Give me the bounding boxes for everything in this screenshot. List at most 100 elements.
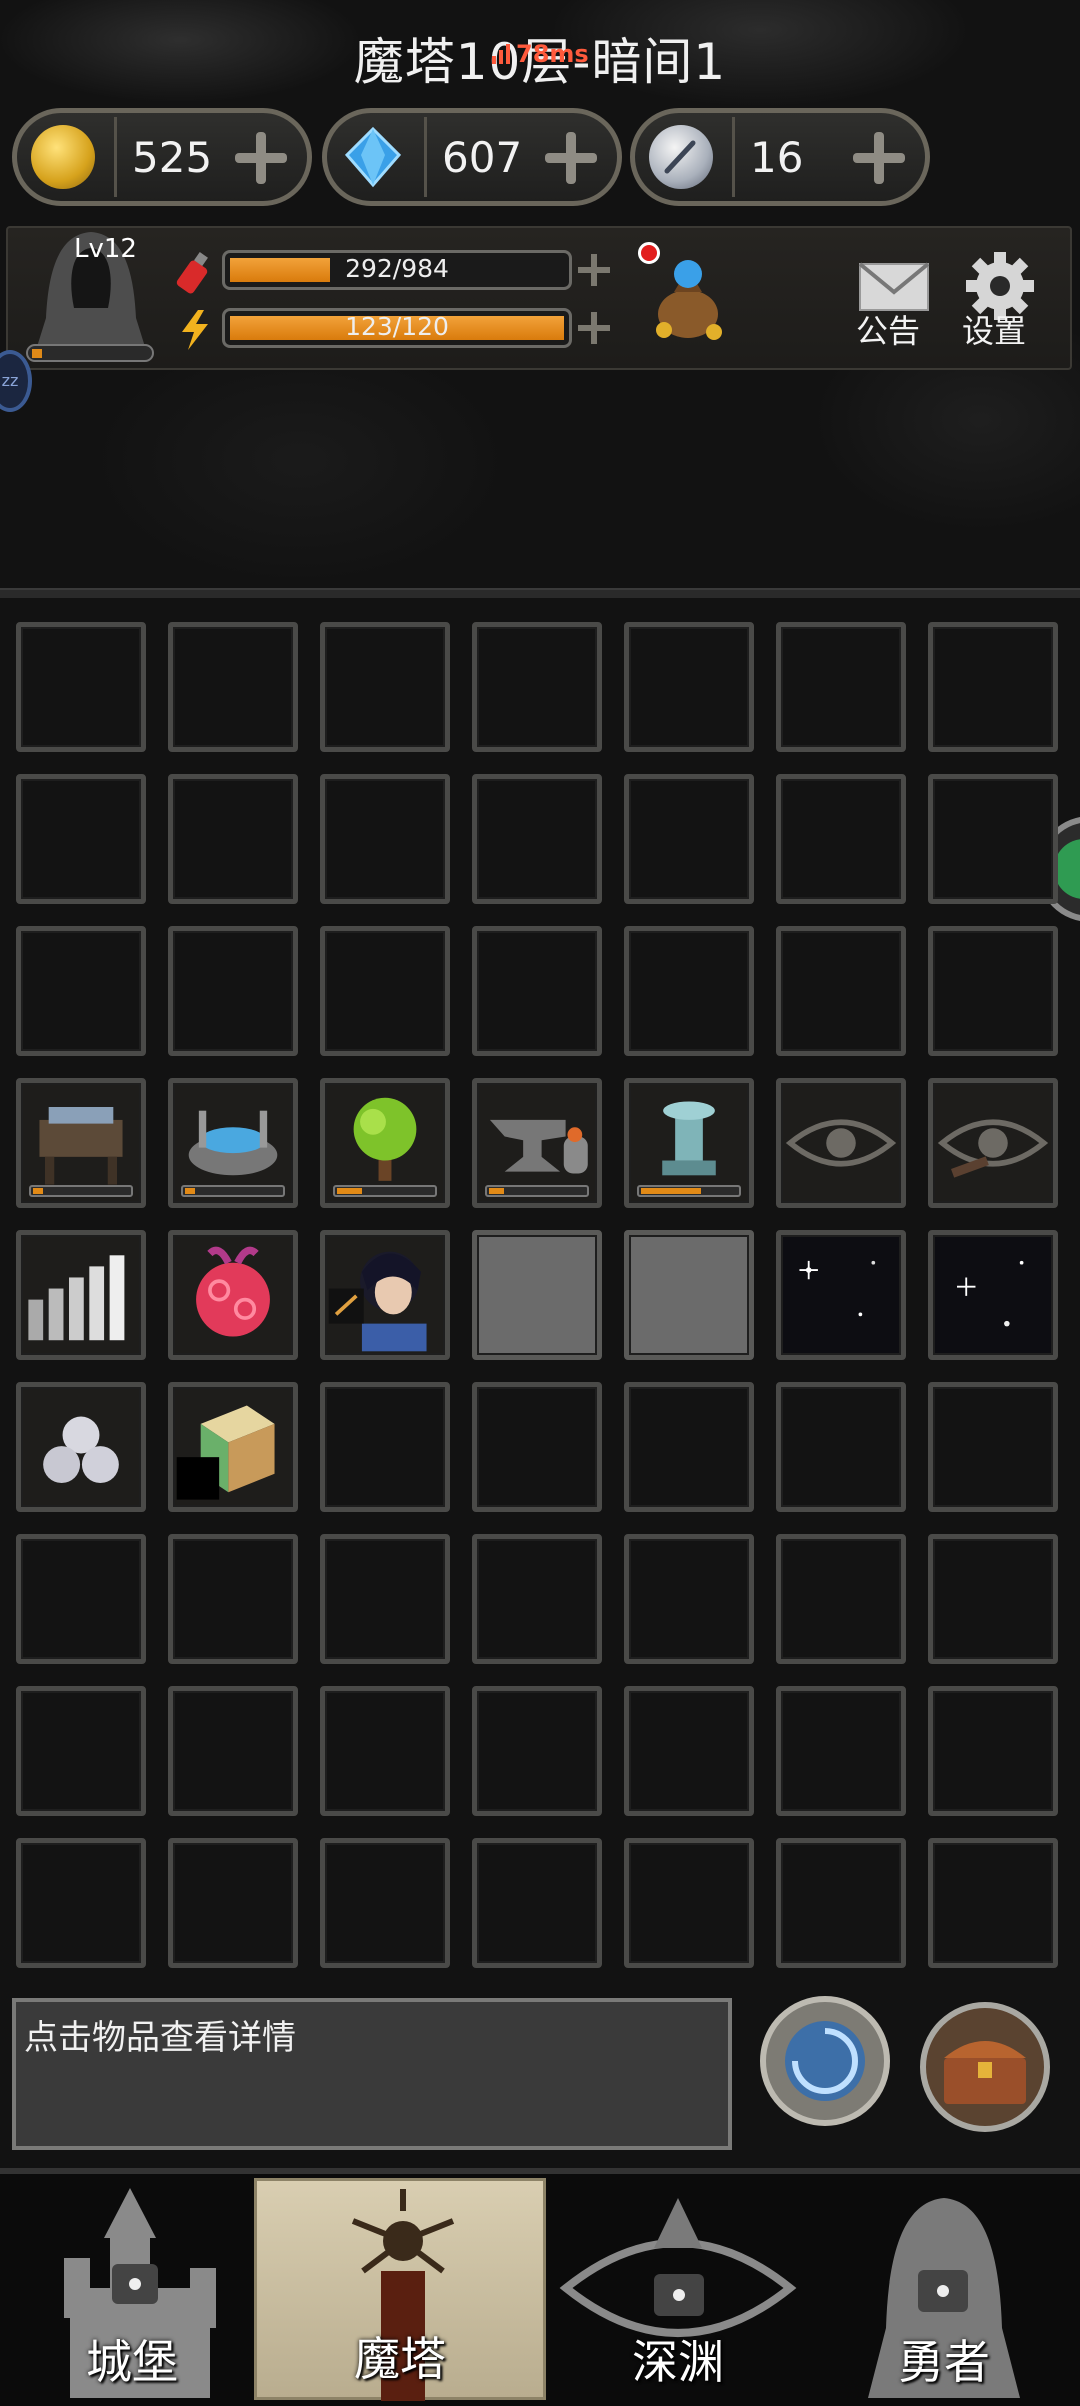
tab-tower[interactable]: 魔塔 (254, 2178, 546, 2401)
add-feather-button[interactable] (853, 132, 905, 184)
inventory-slot[interactable] (624, 774, 754, 904)
add-hp-button[interactable] (578, 254, 610, 286)
inventory-slot[interactable] (624, 1838, 754, 1968)
glowing-cube-item[interactable] (168, 1382, 298, 1512)
inventory-slot[interactable] (776, 1382, 906, 1512)
upgrade-progress-bar (333, 1185, 437, 1197)
inventory-slot[interactable] (168, 926, 298, 1056)
inventory-slot[interactable] (928, 1686, 1058, 1816)
locked-eye-icon (785, 1119, 897, 1167)
tab-hero[interactable]: 勇者 (808, 2178, 1080, 2400)
inventory-slot[interactable] (16, 774, 146, 904)
add-diamond-button[interactable] (545, 132, 597, 184)
inventory-slot[interactable] (472, 1382, 602, 1512)
inventory-slot[interactable] (168, 1838, 298, 1968)
add-gold-button[interactable] (235, 132, 287, 184)
empty-gray-slot[interactable] (472, 1230, 602, 1360)
inventory-slot[interactable] (928, 774, 1058, 904)
inventory-slot[interactable] (320, 622, 450, 752)
inventory-slot[interactable] (776, 622, 906, 752)
inventory-slot[interactable] (624, 1686, 754, 1816)
hp-text: 292/984 (345, 254, 449, 283)
notice-label[interactable]: 公告 (856, 306, 920, 352)
divider (732, 117, 735, 197)
inventory-slot[interactable] (776, 1686, 906, 1816)
inventory-slot[interactable] (776, 926, 906, 1056)
inventory-slot[interactable] (624, 1534, 754, 1664)
inventory-slot[interactable] (16, 1686, 146, 1816)
inventory-slot[interactable] (776, 1838, 906, 1968)
inventory-slot[interactable] (16, 1534, 146, 1664)
inventory-slot[interactable] (16, 622, 146, 752)
bar-chart-item[interactable] (16, 1230, 146, 1360)
treasure-chest-button[interactable] (918, 2000, 1052, 2134)
tree-item[interactable] (320, 1078, 450, 1208)
workbench-item[interactable] (16, 1078, 146, 1208)
add-energy-button[interactable] (578, 312, 610, 344)
hero-portrait-item[interactable] (320, 1230, 450, 1360)
inventory-slot[interactable] (168, 774, 298, 904)
upgrade-progress-bar (637, 1185, 741, 1197)
inventory-slot[interactable] (928, 926, 1058, 1056)
inventory-slot[interactable] (320, 1382, 450, 1512)
inventory-slot[interactable] (168, 622, 298, 752)
item-detail-box: 点击物品查看详情 (12, 1998, 732, 2150)
inventory-slot[interactable] (472, 622, 602, 752)
inventory-slot[interactable] (928, 1382, 1058, 1512)
blue-diamond-icon (341, 125, 405, 189)
lightning-icon (182, 310, 208, 350)
treasure-bag-icon[interactable] (648, 252, 730, 342)
starry-sky-item[interactable] (928, 1230, 1058, 1360)
inventory-slot[interactable] (16, 1838, 146, 1968)
energy-text: 123/120 (345, 312, 449, 341)
inventory-slot[interactable] (472, 774, 602, 904)
devil-fruit-item[interactable] (168, 1230, 298, 1360)
settings-label[interactable]: 设置 (962, 306, 1026, 352)
inventory-slot[interactable] (472, 1838, 602, 1968)
divider (424, 117, 427, 197)
inventory-slot[interactable] (472, 1686, 602, 1816)
fountain-altar-item[interactable] (168, 1078, 298, 1208)
tab-abyss[interactable]: 深渊 (546, 2178, 810, 2400)
feather-currency: 16 (630, 108, 930, 206)
energy-bar: 123/120 (222, 308, 572, 348)
inventory-slot[interactable] (320, 774, 450, 904)
locked-eye-item[interactable] (928, 1078, 1058, 1208)
inventory-slot[interactable] (168, 1534, 298, 1664)
inventory-slot[interactable] (624, 1382, 754, 1512)
inventory-slot[interactable] (776, 774, 906, 904)
hp-potion-icon (176, 252, 208, 294)
inventory-slot[interactable] (928, 1838, 1058, 1968)
inventory-slot[interactable] (320, 926, 450, 1056)
gold-currency: 525 (12, 108, 312, 206)
inventory-slot[interactable] (776, 1534, 906, 1664)
inventory-slot[interactable] (472, 1534, 602, 1664)
silver-pearls-item[interactable] (16, 1382, 146, 1512)
starry-sky-icon (957, 1260, 1024, 1327)
inventory-slot[interactable] (472, 926, 602, 1056)
locked-eye-item[interactable] (776, 1078, 906, 1208)
inventory-slot[interactable] (320, 1838, 450, 1968)
divider (114, 117, 117, 197)
inventory-slot[interactable] (168, 1686, 298, 1816)
inventory-slot[interactable] (624, 926, 754, 1056)
portal-button[interactable] (758, 1994, 892, 2128)
inventory-slot[interactable] (624, 622, 754, 752)
upgrade-progress-bar (29, 1185, 133, 1197)
diamond-currency: 607 (322, 108, 622, 206)
inventory-slot[interactable] (928, 1534, 1058, 1664)
anvil-item[interactable] (472, 1078, 602, 1208)
empty-gray-slot[interactable] (624, 1230, 754, 1360)
diamond-value: 607 (442, 133, 523, 182)
inventory-slot[interactable] (16, 926, 146, 1056)
tab-hero-label: 勇者 (898, 2335, 990, 2389)
tab-castle[interactable]: 城堡 (0, 2178, 264, 2400)
upgrade-progress-bar (485, 1185, 589, 1197)
inventory-slot[interactable] (320, 1534, 450, 1664)
starry-sky-item[interactable] (776, 1230, 906, 1360)
tab-tower-label: 魔塔 (354, 2332, 446, 2386)
inventory-slot[interactable] (320, 1686, 450, 1816)
ping-value: 78ms (516, 40, 589, 68)
pedestal-item[interactable] (624, 1078, 754, 1208)
inventory-slot[interactable] (928, 622, 1058, 752)
